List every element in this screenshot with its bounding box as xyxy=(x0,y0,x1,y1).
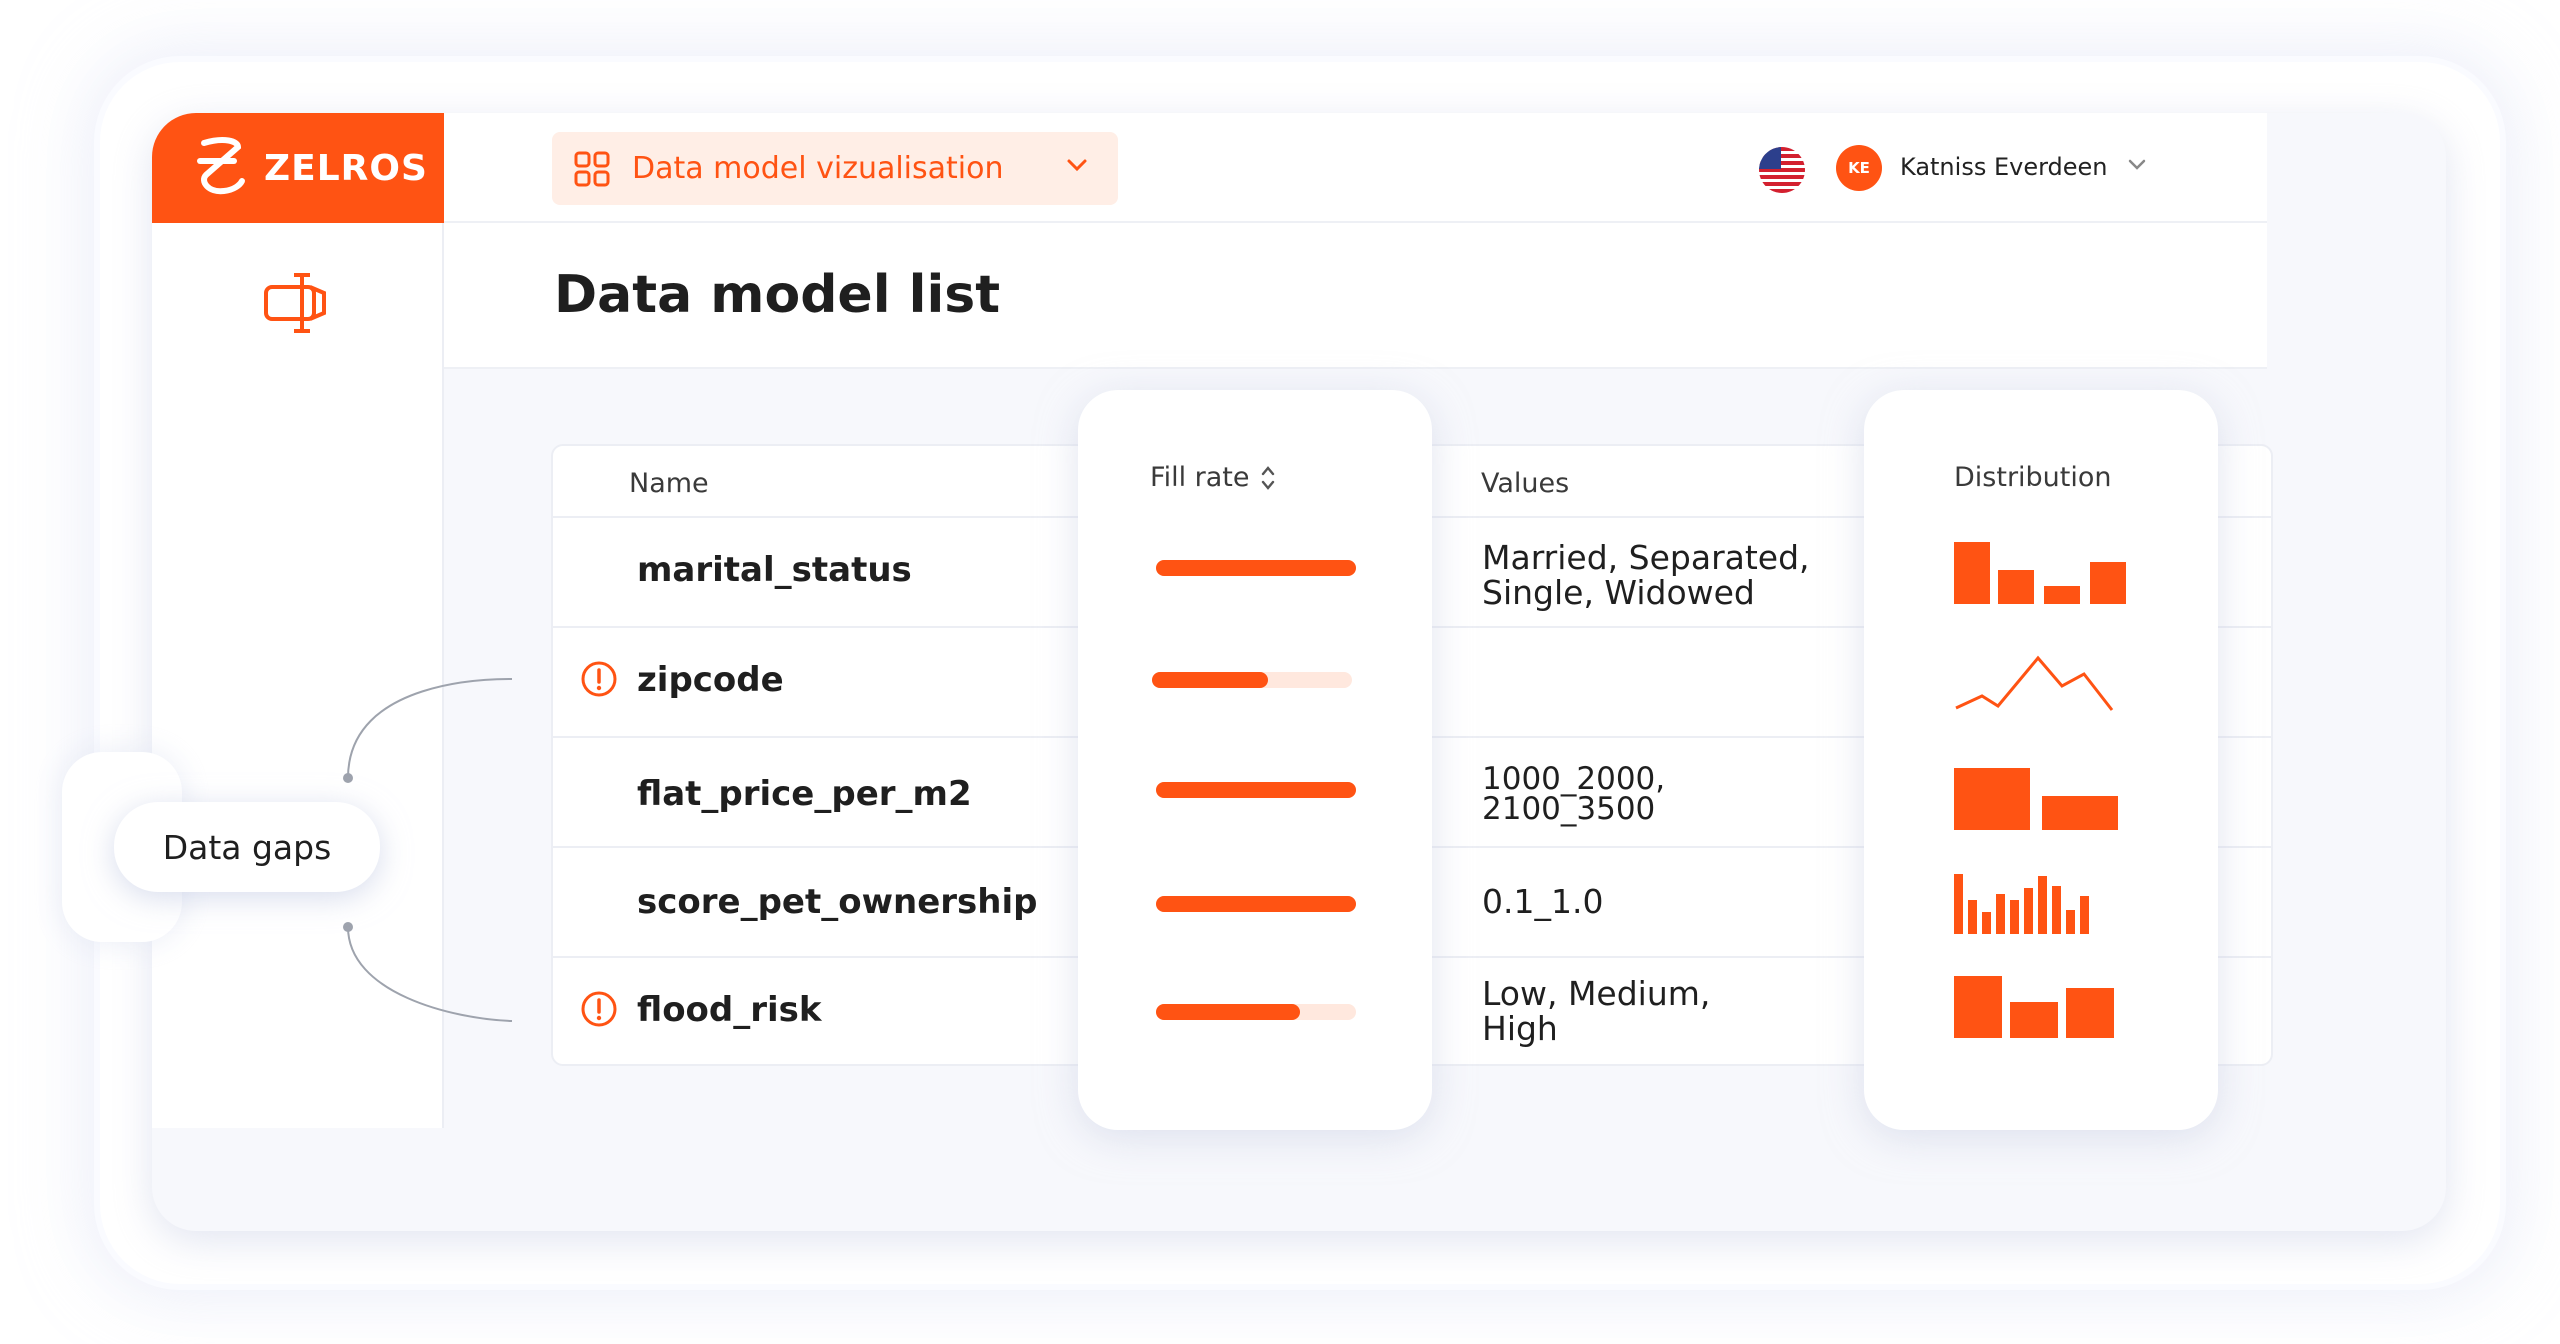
sort-icon[interactable] xyxy=(1260,464,1276,492)
column-header-name[interactable]: Name xyxy=(629,468,709,499)
fill-rate-bar xyxy=(1156,1004,1356,1020)
us-flag-icon[interactable] xyxy=(1759,147,1805,193)
distribution-panel: Distribution xyxy=(1864,390,2218,1130)
values-line: Low, Medium, xyxy=(1482,974,1711,1013)
warning-icon xyxy=(581,661,617,697)
field-values: Married, Separated, Single, Widowed xyxy=(1482,540,1810,610)
fill-rate-bar-fill xyxy=(1156,1004,1300,1020)
values-line: High xyxy=(1482,1009,1558,1048)
values-line: 0.1_1.0 xyxy=(1482,882,1604,921)
fill-rate-bar-fill xyxy=(1152,672,1268,688)
fill-rate-panel: Fill rate xyxy=(1078,390,1432,1130)
values-line: Single, Widowed xyxy=(1482,573,1755,612)
field-values: Low, Medium, High xyxy=(1482,976,1710,1046)
column-header-fill-rate[interactable]: Fill rate xyxy=(1150,462,1276,493)
avatar[interactable]: KE xyxy=(1836,145,1882,191)
data-gaps-callout: Data gaps xyxy=(114,802,380,892)
user-name[interactable]: Katniss Everdeen xyxy=(1900,153,2108,181)
distribution-bar-chart xyxy=(1954,976,2114,1038)
field-name: score_pet_ownership xyxy=(637,882,1038,922)
fill-rate-bar xyxy=(1152,672,1352,688)
fill-rate-bar xyxy=(1156,560,1356,576)
field-values: 0.1_1.0 xyxy=(1482,884,1603,919)
column-header-distribution: Distribution xyxy=(1954,462,2112,493)
distribution-bar-chart xyxy=(1954,874,2089,934)
values-line: 1000_2000, xyxy=(1482,761,1666,797)
field-values: 1000_2000, 2100_3500 xyxy=(1482,761,1666,827)
values-line: 2100_3500 xyxy=(1482,791,1656,827)
fill-rate-bar-fill xyxy=(1156,896,1356,912)
values-line: Married, Separated, xyxy=(1482,538,1810,577)
field-name: flat_price_per_m2 xyxy=(637,774,972,814)
distribution-bar-chart xyxy=(1954,768,2118,830)
fill-rate-bar-fill xyxy=(1156,782,1356,798)
distribution-line-chart xyxy=(1955,655,2114,711)
distribution-bar-chart xyxy=(1954,542,2126,604)
fill-rate-bar-fill xyxy=(1156,560,1356,576)
column-header-values: Values xyxy=(1481,468,1570,499)
warning-icon xyxy=(581,991,617,1027)
fill-rate-bar xyxy=(1156,782,1356,798)
fill-rate-bar xyxy=(1156,896,1356,912)
field-name: flood_risk xyxy=(637,990,822,1030)
fill-rate-label: Fill rate xyxy=(1150,462,1250,493)
field-name: marital_status xyxy=(637,550,912,590)
chevron-down-icon xyxy=(1067,159,1087,172)
chevron-down-icon[interactable] xyxy=(2128,159,2146,171)
field-name: zipcode xyxy=(637,660,784,700)
